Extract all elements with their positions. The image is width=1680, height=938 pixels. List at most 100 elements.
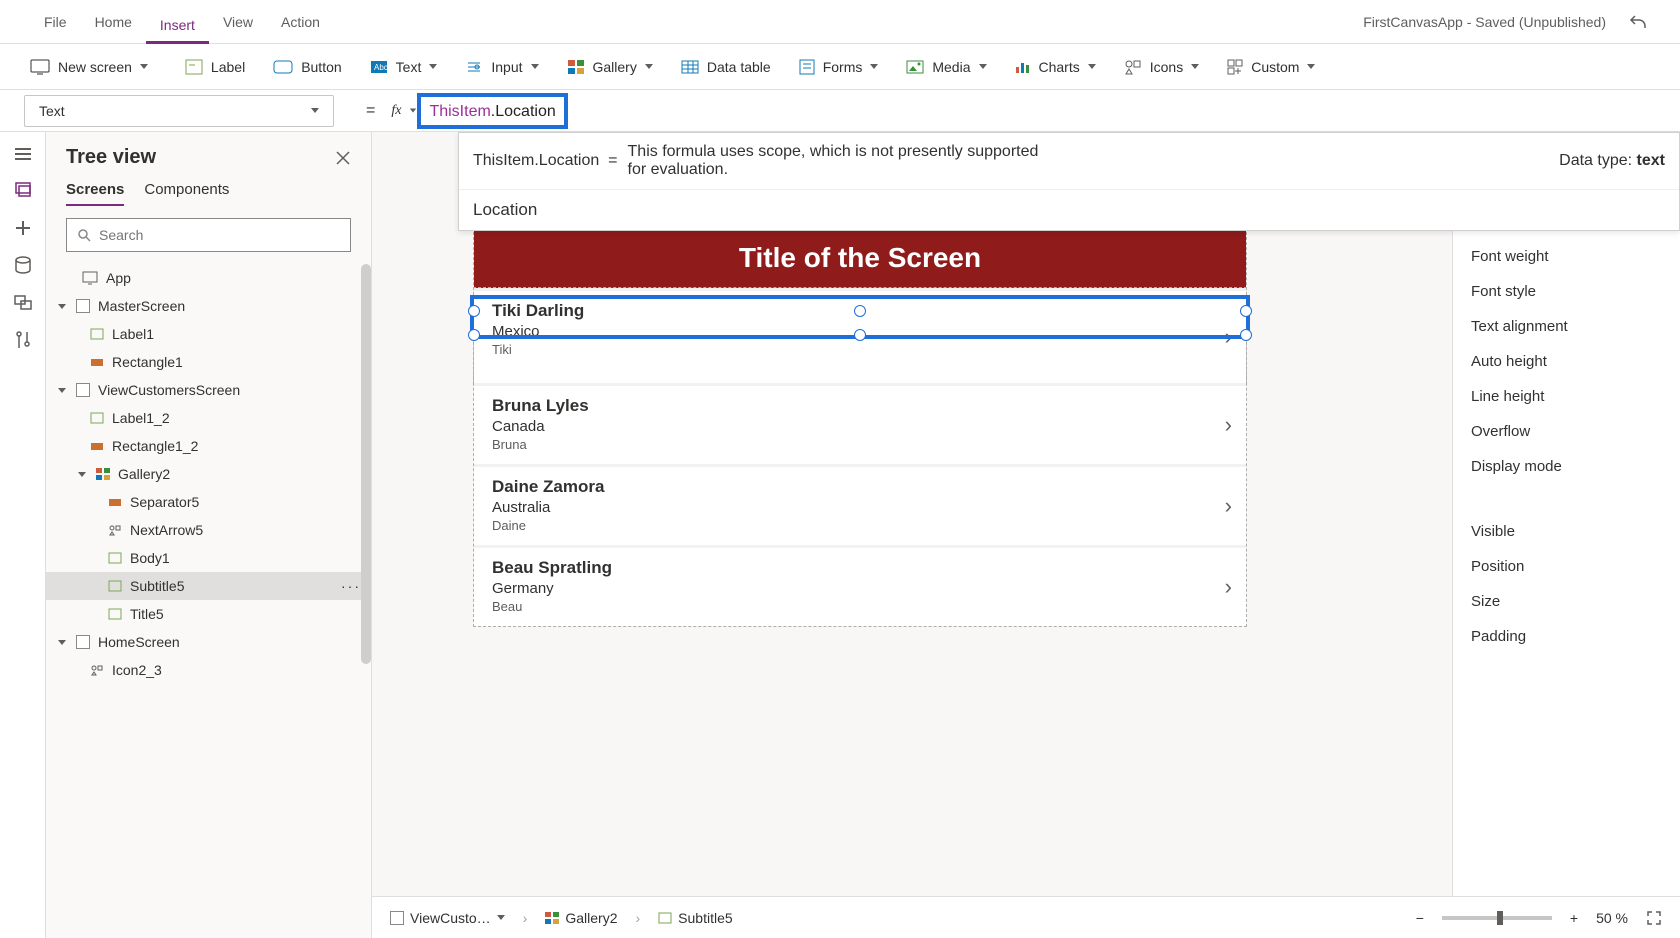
gallery-row[interactable]: Tiki Darling Mexico Tiki ›: [474, 288, 1246, 383]
checkbox[interactable]: [76, 299, 90, 313]
breadcrumb-gallery[interactable]: Gallery2: [545, 910, 617, 926]
gallery-row[interactable]: Beau Spratling Germany Beau ›: [474, 545, 1246, 626]
tree-node-rectangle1[interactable]: Rectangle1: [46, 348, 371, 376]
advanced-tools-icon[interactable]: [14, 330, 32, 350]
prop-font-style[interactable]: Font style: [1471, 283, 1662, 300]
chevron-down-icon: [1191, 64, 1199, 69]
breadcrumb-subtitle[interactable]: Subtitle5: [658, 910, 732, 926]
menu-file[interactable]: File: [30, 0, 81, 44]
tree-node-rectangle1-2[interactable]: Rectangle1_2: [46, 432, 371, 460]
tree-search[interactable]: [66, 218, 351, 252]
label-button[interactable]: Label: [175, 55, 255, 79]
chevron-down-icon[interactable]: [410, 109, 416, 113]
forms-label: Forms: [823, 59, 863, 75]
media-rail-icon[interactable]: [13, 294, 33, 312]
chevron-right-icon[interactable]: ›: [1225, 493, 1232, 519]
prop-line-height[interactable]: Line height: [1471, 388, 1662, 405]
chevron-right-icon[interactable]: ›: [1225, 574, 1232, 600]
gallery-row[interactable]: Bruna Lyles Canada Bruna ›: [474, 383, 1246, 464]
media-icon: [906, 60, 924, 74]
menu-action[interactable]: Action: [267, 0, 334, 44]
tab-screens[interactable]: Screens: [66, 181, 124, 206]
prop-overflow[interactable]: Overflow: [1471, 423, 1662, 440]
breadcrumb-screen[interactable]: ViewCusto…: [390, 910, 505, 926]
search-icon: [77, 228, 91, 242]
prop-font-weight[interactable]: Font weight: [1471, 248, 1662, 265]
fx-icon[interactable]: fx: [383, 103, 409, 119]
icons-dropdown[interactable]: Icons: [1114, 55, 1209, 79]
chevron-down-icon[interactable]: [497, 915, 505, 920]
prop-display-mode[interactable]: Display mode: [1471, 458, 1662, 475]
gallery-row[interactable]: Daine Zamora Australia Daine ›: [474, 464, 1246, 545]
prop-padding[interactable]: Padding: [1471, 628, 1662, 645]
chevron-right-icon[interactable]: ›: [1225, 412, 1232, 438]
tree-view-panel: Tree view Screens Components App MasterS…: [46, 132, 372, 938]
tree-node-body1[interactable]: Body1: [46, 544, 371, 572]
rectangle-icon: [90, 356, 104, 368]
property-selector[interactable]: Text: [24, 95, 334, 127]
formula-input[interactable]: ThisItem.Location: [417, 93, 567, 129]
tree-node-label1-2[interactable]: Label1_2: [46, 404, 371, 432]
undo-icon[interactable]: [1626, 10, 1650, 34]
tree-node-subtitle5[interactable]: Subtitle5 ···: [46, 572, 371, 600]
tree-node-icon2-3[interactable]: Icon2_3: [46, 656, 371, 684]
more-icon[interactable]: ···: [341, 578, 361, 594]
canvas-area[interactable]: Title of the Screen Tiki Darling Mexico …: [372, 132, 1452, 896]
zoom-slider[interactable]: [1442, 916, 1552, 920]
zoom-in-button[interactable]: +: [1570, 910, 1578, 926]
tree-node-title5[interactable]: Title5: [46, 600, 371, 628]
formula-token-field: Location: [495, 103, 556, 120]
zoom-out-button[interactable]: −: [1416, 910, 1424, 926]
prop-size[interactable]: Size: [1471, 593, 1662, 610]
prop-visible[interactable]: Visible: [1471, 523, 1662, 540]
menu-insert[interactable]: Insert: [146, 0, 209, 44]
hamburger-icon[interactable]: [13, 146, 33, 162]
chevron-right-icon[interactable]: ›: [1225, 324, 1232, 350]
tab-components[interactable]: Components: [144, 181, 229, 206]
tree-node-separator5[interactable]: Separator5: [46, 488, 371, 516]
prop-auto-height[interactable]: Auto height: [1471, 353, 1662, 370]
formula-info-popup: ThisItem.Location = This formula uses sc…: [458, 132, 1680, 231]
screen-stage[interactable]: Title of the Screen Tiki Darling Mexico …: [474, 228, 1246, 626]
tree-node-label1[interactable]: Label1: [46, 320, 371, 348]
media-dropdown[interactable]: Media: [896, 55, 996, 79]
datatable-button[interactable]: Data table: [671, 55, 781, 79]
button-button[interactable]: Button: [263, 55, 351, 79]
custom-dropdown[interactable]: Custom: [1217, 55, 1325, 79]
tree-node-app[interactable]: App: [46, 264, 371, 292]
menu-view[interactable]: View: [209, 0, 267, 44]
charts-dropdown[interactable]: Charts: [1005, 55, 1106, 79]
close-icon[interactable]: [335, 150, 351, 166]
label-icon: [658, 912, 672, 924]
checkbox[interactable]: [76, 383, 90, 397]
fit-to-window-icon[interactable]: [1646, 910, 1662, 926]
tree-node-viewcustomers[interactable]: ViewCustomersScreen: [46, 376, 371, 404]
forms-dropdown[interactable]: Forms: [789, 55, 889, 79]
tree-node-gallery2[interactable]: Gallery2: [46, 460, 371, 488]
row-location[interactable]: Mexico: [492, 323, 1228, 340]
custom-label: Custom: [1251, 59, 1299, 75]
new-screen-button[interactable]: New screen: [20, 55, 158, 79]
screen-title-bar[interactable]: Title of the Screen: [474, 228, 1246, 288]
data-icon[interactable]: [14, 256, 32, 276]
gallery-icon: [567, 59, 585, 75]
search-input[interactable]: [99, 227, 340, 243]
checkbox[interactable]: [76, 635, 90, 649]
prop-position[interactable]: Position: [1471, 558, 1662, 575]
input-dropdown[interactable]: Input: [455, 55, 548, 79]
row-firstname: Bruna: [492, 437, 1228, 452]
prop-text-alignment[interactable]: Text alignment: [1471, 318, 1662, 335]
text-dropdown[interactable]: Abc Text: [360, 55, 448, 79]
gallery-dropdown[interactable]: Gallery: [557, 55, 663, 79]
zoom-value[interactable]: 50 %: [1596, 910, 1628, 926]
tree-node-nextarrow5[interactable]: NextArrow5: [46, 516, 371, 544]
add-icon[interactable]: [13, 218, 33, 238]
tree-node-homescreen[interactable]: HomeScreen: [46, 628, 371, 656]
menu-home[interactable]: Home: [81, 0, 146, 44]
zoom-thumb[interactable]: [1497, 911, 1503, 925]
tree-view-icon[interactable]: [13, 180, 33, 200]
rectangle-icon: [90, 440, 104, 452]
tree-node-masterscreen[interactable]: MasterScreen: [46, 292, 371, 320]
scrollbar[interactable]: [361, 264, 371, 664]
label-icon: [185, 59, 203, 75]
